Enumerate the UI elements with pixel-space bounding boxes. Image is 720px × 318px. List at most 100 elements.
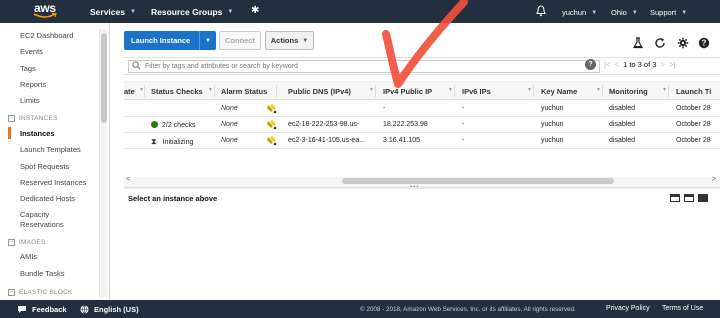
column-header-state[interactable]: ate (124, 87, 135, 96)
sidebar-item-events[interactable]: Events (20, 47, 43, 56)
sidebar-item-amis[interactable]: AMIs (20, 252, 37, 261)
filter-help-icon[interactable]: ? (585, 59, 596, 70)
sidebar: EC2 Dashboard Events Tags Reports Limits… (0, 23, 110, 300)
column-header-ipv4-public-ip[interactable]: IPv4 Public IP (383, 87, 432, 96)
table-row[interactable]: 2/2 checks None ec2-18-222-253-98.us- 18… (124, 117, 720, 133)
terms-of-use-link[interactable]: Terms of Use (662, 305, 703, 312)
scroll-left-icon[interactable]: < (126, 176, 130, 183)
region-menu[interactable]: Ohio ▼ (611, 8, 638, 17)
gear-icon[interactable] (677, 37, 689, 49)
sort-icon[interactable]: ▼ (448, 87, 453, 93)
sidebar-item-capacity[interactable]: Capacity (20, 210, 49, 219)
alarm-bell-icon[interactable] (266, 103, 277, 114)
launch-instance-button[interactable]: Launch Instance ▼ (124, 31, 216, 50)
alarm-bell-icon[interactable] (266, 135, 277, 146)
help-icon[interactable]: ? (698, 37, 710, 49)
prev-page-icon[interactable]: < (612, 60, 621, 69)
actions-button[interactable]: Actions ▼ (265, 31, 314, 50)
sidebar-section-images[interactable]: − IMAGES (8, 239, 45, 246)
sidebar-item-bundle-tasks[interactable]: Bundle Tasks (20, 269, 64, 278)
column-header-alarm-status[interactable]: Alarm Status (221, 87, 267, 96)
chevron-down-icon: ▼ (227, 9, 234, 15)
alarm-bell-icon[interactable] (266, 119, 277, 130)
pagination: |< < 1 to 3 of 3 > >| (604, 60, 676, 69)
column-divider[interactable] (375, 85, 376, 97)
sidebar-item-reports[interactable]: Reports (20, 80, 46, 89)
column-divider[interactable] (533, 85, 534, 97)
sidebar-section-elastic-block[interactable]: − ELASTIC BLOCK (8, 289, 73, 296)
column-header-monitoring[interactable]: Monitoring (609, 87, 648, 96)
support-menu[interactable]: Support ▼ (650, 8, 687, 17)
feedback-button[interactable]: Feedback (17, 305, 67, 314)
cell-public-dns: ec2-3-16-41-105.us-ea... (288, 137, 366, 144)
column-divider[interactable] (276, 85, 277, 97)
sidebar-item-reserved-instances[interactable]: Reserved Instances (20, 178, 86, 187)
column-divider[interactable] (454, 85, 455, 97)
sidebar-item-ec2-dashboard[interactable]: EC2 Dashboard (20, 31, 73, 40)
last-page-icon[interactable]: >| (669, 60, 675, 69)
sidebar-item-instances[interactable]: Instances (20, 129, 55, 138)
horizontal-scroll-thumb[interactable] (342, 178, 614, 184)
services-menu[interactable]: Services ▼ (90, 7, 136, 17)
sidebar-item-spot-requests[interactable]: Spot Requests (20, 162, 69, 171)
column-header-status-checks[interactable]: Status Checks (151, 87, 203, 96)
pane-splitter[interactable]: ▪▪▪ (124, 184, 720, 190)
user-menu[interactable]: yuchun ▼ (562, 8, 597, 17)
splitter-grip-icon[interactable]: ▪▪▪ (410, 184, 419, 190)
sidebar-item-reservations[interactable]: Reservations (20, 220, 64, 229)
cell-monitoring: disabled (609, 105, 636, 112)
cell-ipv6-ips: - (462, 137, 465, 144)
table-horizontal-scrollbar[interactable]: < > (124, 176, 720, 185)
next-page-icon[interactable]: > (659, 60, 668, 69)
column-header-public-dns[interactable]: Public DNS (IPv4) (288, 87, 351, 96)
sidebar-scrollbar[interactable] (99, 29, 107, 297)
layout-bottom-icon[interactable] (684, 194, 694, 202)
sidebar-item-tags[interactable]: Tags (20, 64, 36, 73)
refresh-icon[interactable] (654, 37, 666, 49)
pin-icon[interactable]: ✱ (251, 5, 259, 16)
sidebar-section-instances[interactable]: − INSTANCES (8, 115, 58, 122)
bell-icon[interactable] (536, 5, 546, 17)
aws-logo[interactable]: aws (0, 0, 62, 23)
layout-full-icon[interactable] (698, 194, 708, 202)
first-page-icon[interactable]: |< (604, 60, 610, 69)
sidebar-item-dedicated-hosts[interactable]: Dedicated Hosts (20, 194, 75, 203)
column-header-key-name[interactable]: Key Name (541, 87, 577, 96)
column-divider[interactable] (144, 85, 145, 97)
sort-icon[interactable]: ▼ (527, 87, 532, 93)
column-header-launch-time[interactable]: Launch Ti (676, 87, 711, 96)
cell-public-dns: ec2-18-222-253-98.us- (288, 121, 360, 128)
table-row[interactable]: ⧗ Initializing None ec2-3-16-41-105.us-ea… (124, 133, 720, 149)
filter-input[interactable]: Filter by tags and attributes or search … (128, 60, 600, 73)
cell-status-checks: 2/2 checks (151, 121, 195, 129)
cell-ipv4-public-ip: 18.222.253.98 (383, 121, 428, 128)
sort-icon[interactable]: ▼ (369, 87, 374, 93)
support-label: Support (650, 8, 677, 17)
feedback-label: Feedback (32, 305, 67, 314)
cell-alarm-status: None (221, 105, 238, 112)
cell-ipv4-public-ip: - (383, 105, 386, 112)
column-divider[interactable] (602, 85, 603, 97)
cell-alarm-status: None (221, 137, 238, 144)
chevron-down-icon: ▼ (631, 9, 638, 16)
sort-icon[interactable]: ▼ (208, 87, 213, 93)
chevron-down-icon[interactable]: ▼ (199, 31, 216, 50)
resource-groups-label: Resource Groups (151, 7, 223, 17)
layout-split-icon[interactable] (670, 194, 680, 202)
sort-icon[interactable]: ▼ (596, 87, 601, 93)
sidebar-item-limits[interactable]: Limits (20, 96, 40, 105)
resource-groups-menu[interactable]: Resource Groups ▼ (151, 7, 233, 17)
column-divider[interactable] (668, 85, 669, 97)
table-row[interactable]: None - - yuchun disabled October 28 (124, 101, 720, 117)
language-selector[interactable]: English (US) (80, 305, 139, 314)
sort-icon[interactable]: ▼ (662, 87, 667, 93)
sidebar-scroll-thumb[interactable] (101, 33, 107, 123)
column-divider[interactable] (214, 85, 215, 97)
column-header-ipv6-ips[interactable]: IPv6 IPs (462, 87, 491, 96)
connect-button[interactable]: Connect (219, 31, 261, 50)
privacy-policy-link[interactable]: Privacy Policy (606, 305, 650, 312)
cell-launch-time: October 28 (676, 137, 711, 144)
flask-icon[interactable] (632, 37, 644, 49)
sidebar-item-launch-templates[interactable]: Launch Templates (20, 145, 81, 154)
scroll-right-icon[interactable]: > (712, 176, 716, 183)
